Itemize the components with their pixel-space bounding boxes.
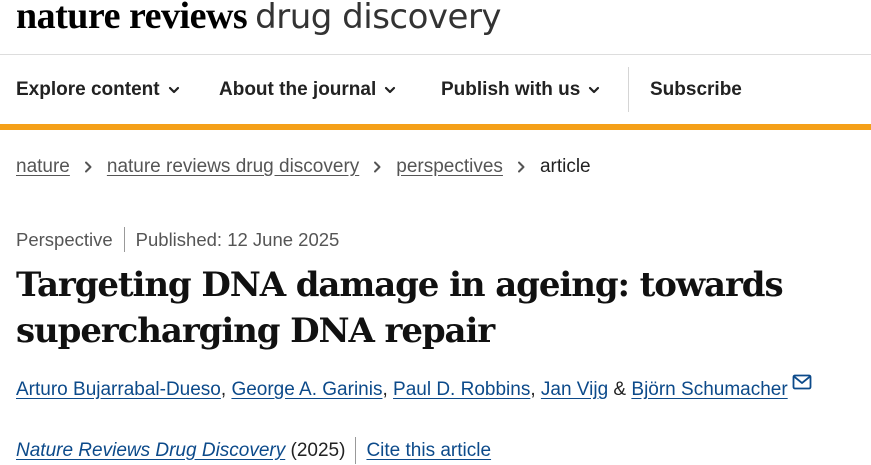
- meta-divider: [123, 227, 125, 252]
- journal-link[interactable]: Nature Reviews Drug Discovery: [16, 440, 285, 462]
- author-link[interactable]: Björn Schumacher: [631, 379, 787, 401]
- author-separator: ,: [382, 379, 394, 400]
- breadcrumb: nature nature reviews drug discovery per…: [16, 156, 591, 178]
- nav-divider: [628, 67, 629, 112]
- nav-accent-bar: [0, 124, 871, 130]
- logo-journal-name: drug discovery: [255, 0, 502, 37]
- article-type: Perspective: [16, 228, 113, 250]
- author-link[interactable]: Paul D. Robbins: [393, 379, 530, 401]
- citation-divider: [355, 437, 357, 464]
- citation-year-text: (2025): [290, 439, 346, 461]
- breadcrumb-journal[interactable]: nature reviews drug discovery: [107, 156, 359, 178]
- main-nav: Explore content About the journal Publis…: [0, 55, 871, 124]
- author-separator: ,: [220, 379, 232, 400]
- published-date: Published: 12 June 2025: [135, 228, 340, 250]
- chevron-right-icon: [84, 161, 92, 173]
- chevron-down-icon: [168, 86, 179, 93]
- author-separator: ,: [530, 379, 541, 400]
- citation-row: Nature Reviews Drug Discovery (2025) Cit…: [16, 437, 491, 464]
- journal-logo[interactable]: nature reviews drug discovery: [16, 0, 502, 46]
- nav-subscribe[interactable]: Subscribe: [650, 55, 742, 124]
- author-ampersand: &: [608, 379, 632, 400]
- chevron-down-icon: [589, 86, 600, 93]
- article-meta: Perspective Published: 12 June 2025: [16, 227, 339, 252]
- nav-about-label: About the journal: [219, 78, 377, 100]
- citation-year: (2025): [285, 439, 346, 462]
- nav-explore-content[interactable]: Explore content: [16, 55, 180, 124]
- mail-icon[interactable]: [792, 374, 812, 390]
- author-link[interactable]: Jan Vijg: [541, 379, 608, 401]
- nav-publish-label: Publish with us: [441, 78, 581, 100]
- author-link[interactable]: George A. Garinis: [231, 379, 382, 401]
- nav-about-journal[interactable]: About the journal: [219, 55, 396, 124]
- chevron-right-icon: [517, 161, 525, 173]
- chevron-right-icon: [374, 161, 381, 173]
- cite-this-article-link[interactable]: Cite this article: [366, 440, 491, 462]
- breadcrumb-nature[interactable]: nature: [16, 156, 70, 178]
- nav-explore-label: Explore content: [16, 78, 160, 100]
- author-list: Arturo Bujarrabal-Dueso, George A. Garin…: [16, 374, 812, 401]
- logo-nature-reviews: nature reviews: [16, 0, 248, 37]
- article-title-line-1: Targeting DNA damage in ageing: towards: [16, 265, 784, 305]
- chevron-down-icon: [385, 86, 396, 93]
- author-link[interactable]: Arturo Bujarrabal-Dueso: [16, 379, 221, 401]
- nav-subscribe-label: Subscribe: [650, 78, 742, 100]
- article-title: Targeting DNA damage in ageing: towards …: [16, 262, 856, 354]
- article-title-line-2: supercharging DNA repair: [16, 311, 495, 351]
- nav-publish-with-us[interactable]: Publish with us: [441, 55, 600, 124]
- breadcrumb-current: article: [539, 156, 591, 177]
- breadcrumb-perspectives[interactable]: perspectives: [396, 156, 503, 178]
